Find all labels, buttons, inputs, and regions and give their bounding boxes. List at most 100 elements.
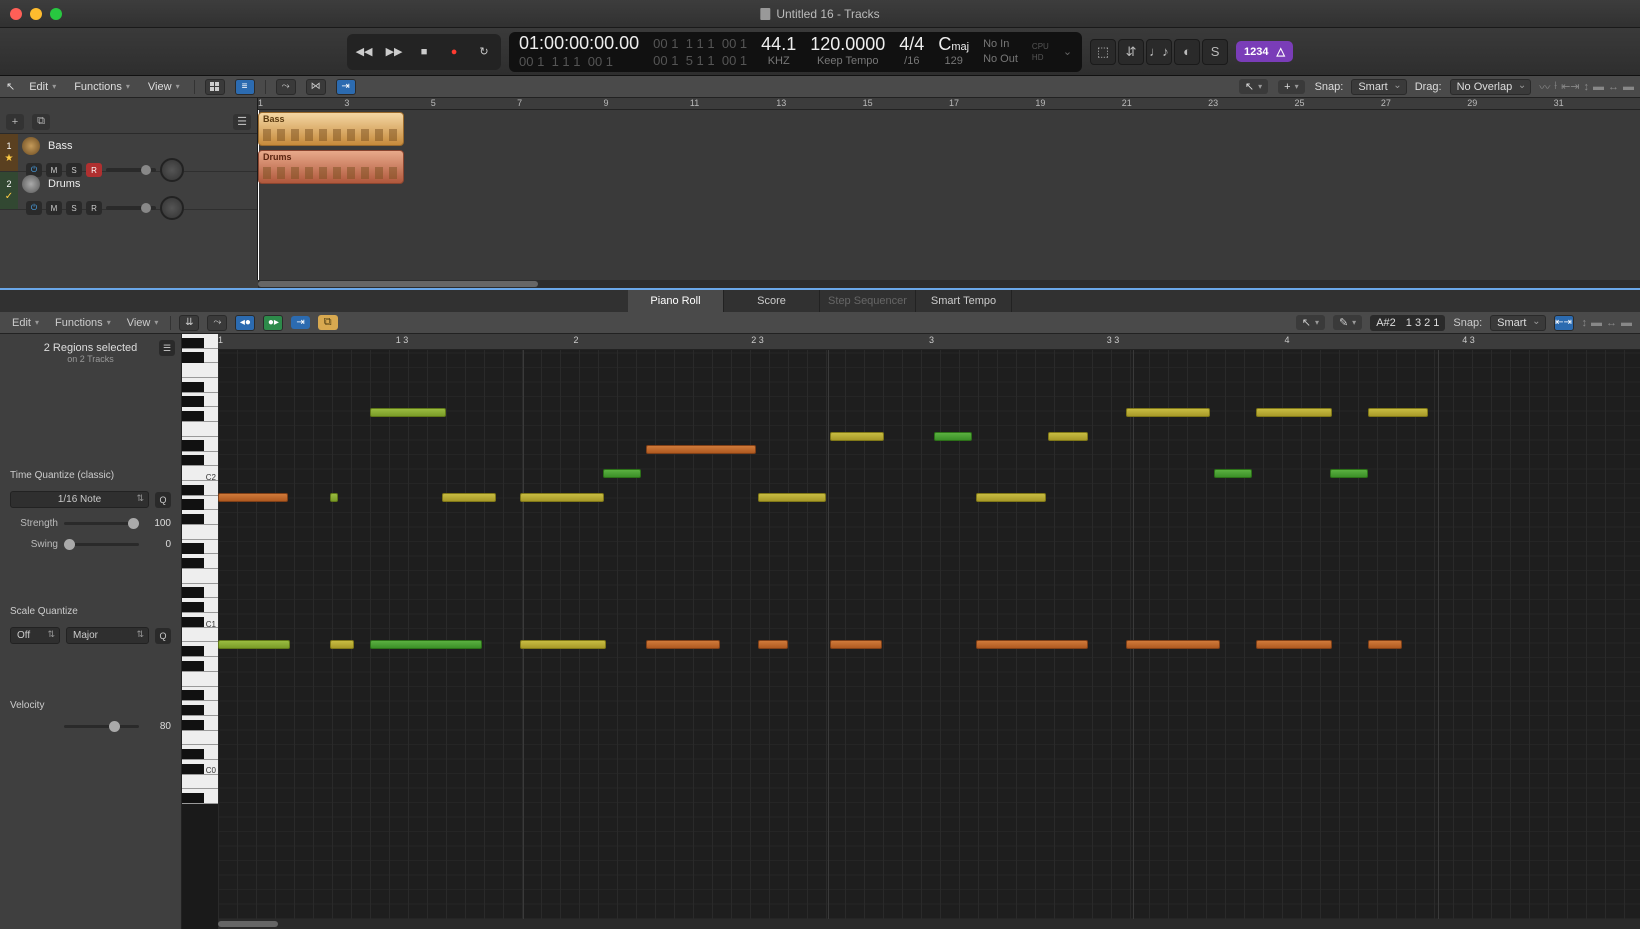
flex-icon[interactable]: ⋈ — [306, 79, 326, 95]
minimize-window[interactable] — [30, 8, 42, 20]
ed-zoom-h-slider[interactable]: ▬ — [1621, 317, 1632, 329]
division[interactable]: /16 — [904, 55, 919, 67]
quantize-apply-button[interactable]: Q — [155, 492, 171, 508]
black-key[interactable] — [182, 338, 204, 348]
track-name[interactable]: Drums — [48, 178, 80, 190]
zoom-vertical-icon[interactable]: ⟊ — [1554, 80, 1557, 93]
midi-note[interactable] — [1214, 469, 1252, 478]
editor-tab[interactable]: Score — [724, 290, 820, 312]
track-power-button[interactable]: ⏻ — [26, 201, 42, 215]
stop-button[interactable]: ■ — [410, 37, 438, 67]
edit-menu[interactable]: Edit▾ — [25, 79, 60, 95]
white-key[interactable] — [182, 628, 218, 643]
close-window[interactable] — [10, 8, 22, 20]
editor-view-menu[interactable]: View▾ — [123, 315, 163, 331]
editor-tab[interactable]: Smart Tempo — [916, 290, 1012, 312]
view-menu[interactable]: View▾ — [144, 79, 184, 95]
arrange-h-scrollbar[interactable] — [258, 280, 1640, 288]
quantize-value-dropdown[interactable]: 1/16 Note — [10, 491, 149, 508]
midi-note[interactable] — [646, 445, 756, 454]
white-key[interactable] — [182, 775, 218, 790]
white-key[interactable] — [182, 672, 218, 687]
black-key[interactable] — [182, 455, 204, 465]
editor-tab[interactable]: Piano Roll — [628, 290, 724, 312]
mixer-icon[interactable]: ♩♪ — [1146, 39, 1172, 65]
midi-note[interactable] — [370, 640, 482, 649]
midi-note[interactable] — [758, 640, 788, 649]
arrange-canvas[interactable]: Bass Drums — [258, 110, 1640, 280]
piano-roll-h-scrollbar[interactable] — [218, 919, 1640, 929]
track-volume-fader[interactable] — [106, 206, 156, 210]
lcd-dropdown-icon[interactable]: ⌄ — [1063, 45, 1072, 58]
master-volume-badge[interactable]: 1234 △ — [1236, 41, 1293, 62]
midi-note[interactable] — [520, 493, 604, 502]
midi-note[interactable] — [330, 493, 338, 502]
black-key[interactable] — [182, 720, 204, 730]
scale-apply-button[interactable]: Q — [155, 628, 171, 644]
track-number[interactable]: 2✓ — [0, 172, 18, 209]
snap-dropdown[interactable]: Smart — [1351, 79, 1406, 95]
midi-note[interactable] — [1256, 408, 1332, 417]
black-key[interactable] — [182, 661, 204, 671]
midi-note[interactable] — [976, 493, 1046, 502]
automation-icon[interactable]: ⤳ — [207, 315, 227, 331]
ed-zoom-h-icon[interactable]: ↔ — [1606, 317, 1617, 329]
catch-playhead-icon[interactable]: ⇥ — [336, 79, 356, 95]
midi-note[interactable] — [830, 640, 882, 649]
track-volume-fader[interactable] — [106, 168, 156, 172]
white-key[interactable] — [182, 363, 218, 378]
zoom-h-slider[interactable]: ▬ — [1623, 81, 1634, 93]
tempo-value[interactable]: 120.0000 — [810, 35, 885, 53]
black-key[interactable] — [182, 749, 204, 759]
midi-note[interactable] — [1368, 408, 1428, 417]
lcd-display[interactable]: 01:00:00:00.00 00 1 1 1 1 00 1 00 1 1 1 … — [509, 32, 1082, 72]
strength-value[interactable]: 100 — [145, 518, 171, 529]
piano-keyboard[interactable]: C2C1C0 — [182, 334, 218, 929]
scale-type-dropdown[interactable]: Major — [66, 627, 149, 644]
black-key[interactable] — [182, 499, 204, 509]
midi-note[interactable] — [330, 640, 354, 649]
black-key[interactable] — [182, 764, 204, 774]
zoom-window[interactable] — [50, 8, 62, 20]
midi-note[interactable] — [1048, 432, 1088, 441]
forward-button[interactable]: ▶▶ — [380, 37, 408, 67]
midi-note[interactable] — [1368, 640, 1402, 649]
midi-note[interactable] — [520, 640, 606, 649]
add-track-button[interactable]: + — [6, 114, 24, 130]
track-pan-knob[interactable] — [160, 196, 184, 220]
track-number[interactable]: 1★ — [0, 134, 18, 171]
black-key[interactable] — [182, 705, 204, 715]
editor-edit-menu[interactable]: Edit▾ — [8, 315, 43, 331]
black-key[interactable] — [182, 793, 204, 803]
midi-note[interactable] — [1126, 408, 1210, 417]
drag-dropdown[interactable]: No Overlap — [1450, 79, 1532, 95]
solo-icon[interactable]: S — [1202, 39, 1228, 65]
record-button[interactable]: ● — [440, 37, 468, 67]
sample-rate[interactable]: 44.1 — [761, 35, 796, 53]
black-key[interactable] — [182, 617, 204, 627]
zoom-fit-icon[interactable]: ⇤⇥ — [1561, 80, 1579, 93]
velocity-slider[interactable] — [64, 725, 139, 728]
piano-roll-scroll-thumb[interactable] — [218, 921, 278, 927]
black-key[interactable] — [182, 485, 204, 495]
tool-selector-right[interactable]: + ▾ — [1278, 80, 1304, 94]
swing-slider[interactable] — [64, 543, 139, 546]
track-header[interactable]: 1★ Bass ⏻ M S R — [0, 134, 257, 172]
midi-region[interactable]: Bass — [258, 112, 404, 146]
midi-in-icon[interactable]: ●▸ — [263, 315, 283, 331]
white-key[interactable] — [182, 731, 218, 746]
editor-tool-left[interactable]: ↖ ▾ — [1296, 315, 1325, 330]
black-key[interactable] — [182, 411, 204, 421]
midi-region[interactable]: Drums — [258, 150, 404, 184]
white-key[interactable] — [182, 569, 218, 584]
grid-view-icon[interactable] — [205, 79, 225, 95]
link-icon[interactable]: ⧉ — [318, 315, 338, 330]
scrollbar-thumb[interactable] — [258, 281, 538, 287]
midi-note[interactable] — [370, 408, 446, 417]
midi-note[interactable] — [1126, 640, 1220, 649]
ed-zoom-v-icon[interactable]: ↕ — [1582, 317, 1588, 329]
black-key[interactable] — [182, 602, 204, 612]
editor-tool-right[interactable]: ✎ ▾ — [1333, 315, 1362, 330]
black-key[interactable] — [182, 558, 204, 568]
cycle-button[interactable]: ↻ — [470, 37, 498, 67]
